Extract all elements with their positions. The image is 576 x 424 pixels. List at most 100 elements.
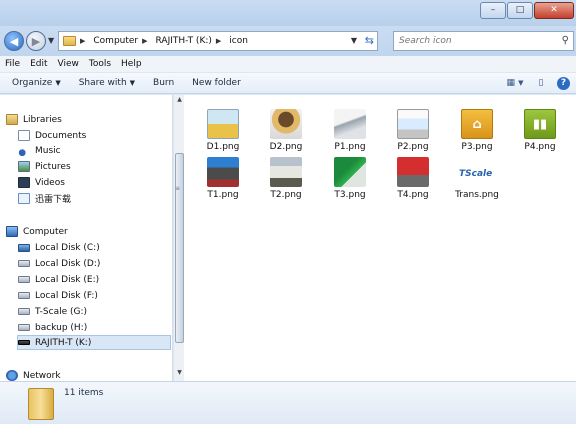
file-item[interactable]: T2.png <box>257 157 315 200</box>
nav-libraries[interactable]: Libraries <box>6 112 62 127</box>
nav-drive-g[interactable]: T-Scale (G:) <box>18 304 87 319</box>
nav-label: 迅雷下载 <box>35 195 72 205</box>
refresh-icon[interactable]: ⇆ <box>365 34 374 47</box>
nav-drive-f[interactable]: Local Disk (F:) <box>18 288 98 303</box>
minimize-icon: – <box>490 5 496 15</box>
videos-icon <box>18 177 30 188</box>
search-input[interactable] <box>399 36 549 46</box>
file-name: P3.png <box>461 142 493 152</box>
scrollbar-thumb[interactable] <box>175 153 184 343</box>
tscale-logo-icon: TScale <box>459 157 493 187</box>
menu-file[interactable]: File <box>5 59 20 69</box>
file-item[interactable]: T4.png <box>384 157 442 200</box>
breadcrumb-drive[interactable]: RAJITH-T (K:) <box>156 36 212 46</box>
nav-drive-k[interactable]: RAJITH-T (K:) <box>17 335 171 350</box>
address-history-dropdown[interactable]: ▼ <box>351 36 357 45</box>
maximize-button[interactable]: □ <box>507 2 533 19</box>
preview-pane-button[interactable]: ▯ <box>533 76 549 90</box>
nav-label: RAJITH-T (K:) <box>35 337 92 348</box>
system-drive-icon <box>18 243 30 252</box>
search-box[interactable]: ⚲ <box>393 31 574 51</box>
chart-tile-icon: ▮▮ <box>524 109 556 139</box>
breadcrumb-root[interactable]: ▶ <box>80 37 89 45</box>
nav-label: backup (H:) <box>35 322 88 333</box>
home-icon: ⌂ <box>472 117 482 132</box>
menu-edit[interactable]: Edit <box>30 59 47 69</box>
breadcrumb-separator[interactable]: ▶ <box>216 37 225 45</box>
file-item[interactable]: P1.png <box>321 109 379 152</box>
breadcrumb-folder[interactable]: icon <box>229 36 248 46</box>
nav-drive-e[interactable]: Local Disk (E:) <box>18 272 99 287</box>
preview-pane-icon: ▯ <box>538 78 544 88</box>
file-item[interactable]: T1.png <box>194 157 252 200</box>
file-name: D2.png <box>269 142 303 152</box>
hard-drive-icon <box>18 260 30 267</box>
menu-bar: File Edit View Tools Help <box>0 56 576 73</box>
file-item[interactable]: P2.png <box>384 109 442 152</box>
back-button[interactable]: ◀ <box>4 31 24 51</box>
menu-tools[interactable]: Tools <box>89 59 111 69</box>
close-button[interactable]: ✕ <box>534 2 574 19</box>
share-with-button[interactable]: Share with ▼ <box>79 78 135 88</box>
organize-button[interactable]: Organize ▼ <box>12 78 61 88</box>
nav-label: Libraries <box>23 114 62 125</box>
nav-label: T-Scale (G:) <box>35 306 88 317</box>
navigation-scrollbar[interactable]: ▲ ≡ ▼ <box>173 95 184 381</box>
file-name: P2.png <box>397 142 429 152</box>
file-item[interactable]: D1.png <box>194 109 252 152</box>
burn-button[interactable]: Burn <box>153 78 174 88</box>
file-item[interactable]: TScale Trans.png <box>448 157 506 200</box>
arrow-left-icon: ◀ <box>9 34 19 48</box>
address-row: ◀ ▶ ▼ ▶ Computer ▶ RAJITH-T (K:) ▶ icon … <box>0 26 576 56</box>
nav-label: Music <box>35 145 61 156</box>
maximize-icon: □ <box>515 5 525 15</box>
window-controls: – □ ✕ <box>479 2 574 19</box>
file-name: P4.png <box>524 142 556 152</box>
change-view-button[interactable]: ▦ ▼ <box>507 76 524 90</box>
nav-label: Local Disk (F:) <box>35 290 98 301</box>
nav-documents[interactable]: Documents <box>18 128 86 143</box>
minimize-button[interactable]: – <box>480 2 506 19</box>
file-item[interactable]: ▮▮ P4.png <box>511 109 569 152</box>
nav-network[interactable]: Network <box>6 368 61 381</box>
breadcrumb-label: icon <box>229 36 248 46</box>
close-icon: ✕ <box>550 5 558 15</box>
chevron-right-icon: ▶ <box>142 37 148 45</box>
file-name: T4.png <box>397 190 429 200</box>
view-controls: ▦ ▼ ▯ ? <box>497 76 570 90</box>
file-name: P1.png <box>334 142 366 152</box>
file-item[interactable]: T3.png <box>321 157 379 200</box>
breadcrumb-computer[interactable]: Computer <box>93 36 138 46</box>
nav-drive-c[interactable]: Local Disk (C:) <box>18 240 100 255</box>
menu-view[interactable]: View <box>58 59 79 69</box>
nav-pictures[interactable]: Pictures <box>18 159 71 174</box>
breadcrumb-label: RAJITH-T (K:) <box>155 36 212 46</box>
help-icon[interactable]: ? <box>557 76 570 90</box>
nav-xunlei-downloads[interactable]: 迅雷下载 <box>18 191 71 206</box>
address-bar[interactable]: ▶ Computer ▶ RAJITH-T (K:) ▶ icon ▼ ⇆ <box>58 31 378 51</box>
new-folder-button[interactable]: New folder <box>192 78 241 88</box>
breadcrumb-separator[interactable]: ▶ <box>142 37 151 45</box>
file-item[interactable]: ⌂ P3.png <box>448 109 506 152</box>
forward-button[interactable]: ▶ <box>26 31 46 51</box>
folder-icon <box>63 36 76 46</box>
nav-videos[interactable]: Videos <box>18 175 65 190</box>
details-pane: 11 items <box>0 381 576 424</box>
file-name: T1.png <box>207 190 239 200</box>
hard-drive-icon <box>18 292 30 299</box>
tscale-logo: TScale <box>459 169 493 179</box>
menu-help[interactable]: Help <box>121 59 142 69</box>
search-icon[interactable]: ⚲ <box>562 35 569 46</box>
file-name: T3.png <box>334 190 366 200</box>
nav-drive-d[interactable]: Local Disk (D:) <box>18 256 100 271</box>
nav-computer[interactable]: Computer <box>6 224 68 239</box>
nav-music[interactable]: Music <box>18 143 61 158</box>
command-bar: Organize ▼ Share with ▼ Burn New folder ▦ ▼… <box>0 73 576 94</box>
file-item[interactable]: D2.png <box>257 109 315 152</box>
nav-drive-h[interactable]: backup (H:) <box>18 320 87 335</box>
computer-icon <box>6 226 18 237</box>
navigation-pane: Libraries Documents Music Pictures Video… <box>0 95 173 381</box>
scale-device-icon <box>334 109 366 139</box>
recent-pages-dropdown[interactable]: ▼ <box>48 36 54 45</box>
truck-green-icon <box>334 157 366 187</box>
